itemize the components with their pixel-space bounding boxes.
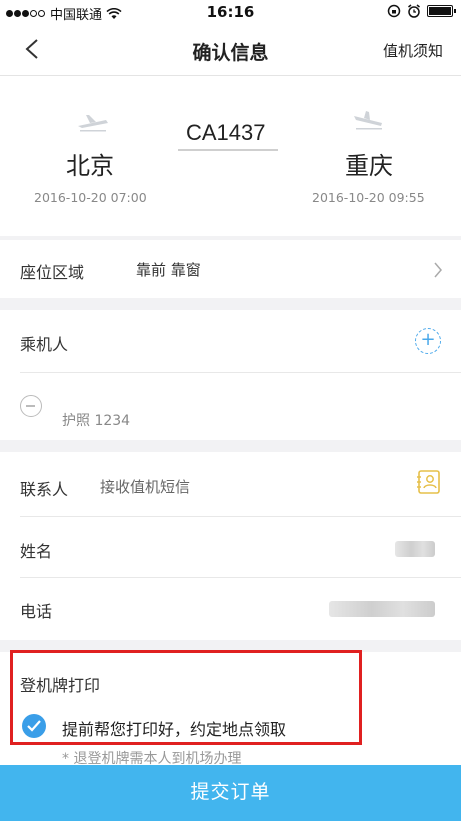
battery-icon	[427, 5, 456, 17]
name-value-redacted[interactable]	[395, 541, 435, 557]
remove-passenger-icon[interactable]	[20, 395, 42, 417]
route-line	[178, 149, 278, 151]
contact-label: 联系人	[20, 480, 69, 499]
status-bar: 中国联通 16:16	[0, 0, 461, 24]
departure-time: 2016-10-20 07:00	[34, 190, 147, 205]
phone-value-redacted[interactable]	[329, 601, 435, 617]
divider	[20, 372, 461, 373]
status-icons	[387, 4, 456, 18]
arrival-plane-icon	[354, 111, 382, 130]
arrival-time: 2016-10-20 09:55	[312, 190, 425, 205]
divider	[20, 577, 461, 578]
passenger-section: 乘机人 + 护照 1234	[0, 310, 461, 440]
divider	[20, 516, 461, 517]
contact-section: 联系人 接收值机短信 姓名 电话	[0, 452, 461, 640]
submit-order-button[interactable]: 提交订单	[0, 765, 461, 821]
name-label: 姓名	[20, 542, 53, 561]
flight-number: CA1437	[186, 120, 266, 145]
checkin-notice-link[interactable]: 值机须知	[383, 40, 443, 61]
seat-area-label: 座位区域	[20, 263, 85, 282]
passenger-id: 护照 1234	[62, 413, 131, 429]
highlight-annotation-box	[10, 650, 362, 745]
chevron-right-icon	[434, 262, 442, 278]
nav-bar: 确认信息 值机须知	[0, 24, 461, 76]
contact-book-icon[interactable]	[417, 469, 441, 495]
departure-plane-icon	[78, 115, 108, 132]
seat-area-row[interactable]: 座位区域 靠前 靠窗	[0, 240, 461, 298]
contact-hint: 接收值机短信	[100, 478, 191, 496]
seat-area-value: 靠前 靠窗	[136, 261, 201, 279]
arrival-city: 重庆	[345, 152, 393, 180]
rotation-lock-icon	[387, 4, 401, 18]
alarm-icon	[408, 4, 420, 18]
passenger-label: 乘机人	[20, 335, 69, 354]
add-passenger-icon[interactable]: +	[415, 328, 441, 354]
departure-city: 北京	[66, 152, 114, 180]
phone-label: 电话	[20, 602, 53, 621]
flight-info-card: 北京 2016-10-20 07:00 CA1437 重庆 2016-10-20…	[0, 76, 461, 236]
